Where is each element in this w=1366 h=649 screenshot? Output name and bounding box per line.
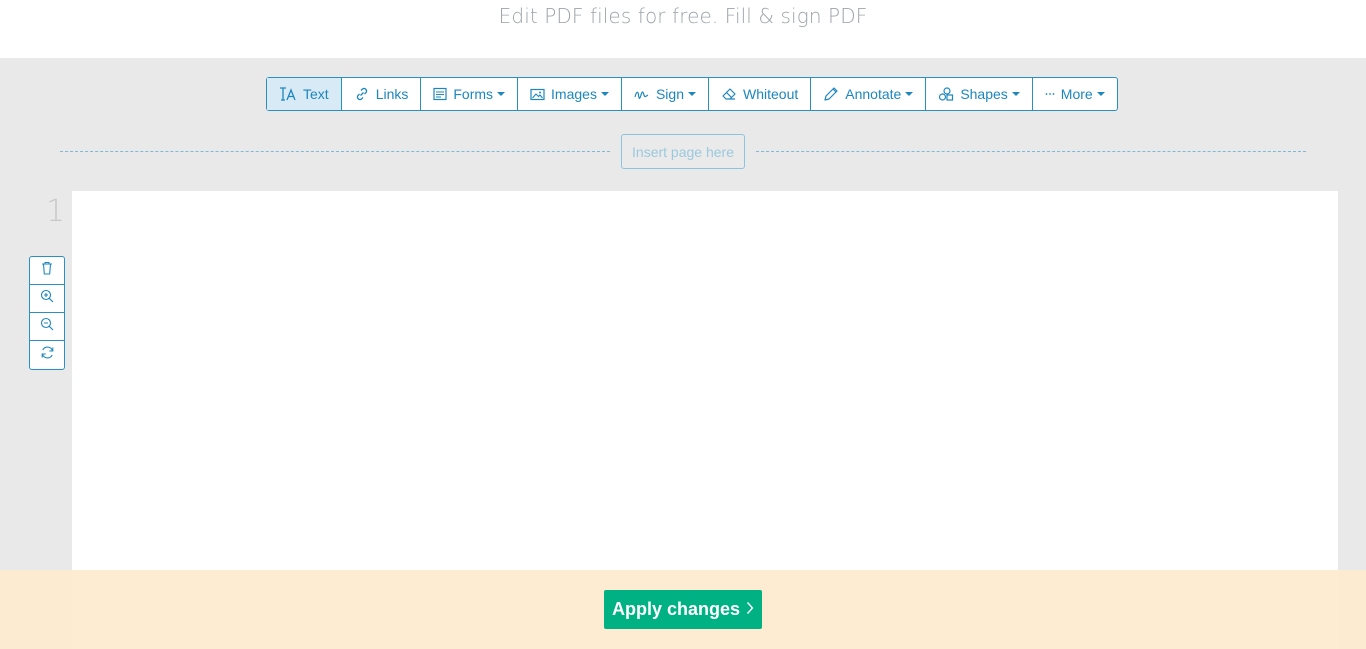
chevron-down-icon (497, 92, 506, 96)
rotate-page-button[interactable] (30, 341, 64, 369)
pencil-icon (823, 86, 839, 102)
chevron-down-icon (905, 92, 914, 96)
chevron-down-icon (1096, 92, 1105, 96)
page-subtitle: Edit PDF files for free. Fill & sign PDF (498, 4, 868, 28)
chevron-down-icon (600, 92, 609, 96)
tool-links-label: Links (375, 86, 409, 102)
rotate-icon (40, 345, 55, 365)
form-icon (433, 87, 447, 101)
apply-footer-bar: Apply changes (0, 570, 1366, 649)
insert-page-divider-right (756, 151, 1306, 152)
tool-more-label: More (1060, 86, 1093, 102)
zoom-out-icon (40, 317, 54, 336)
tool-forms-label: Forms (453, 86, 494, 102)
more-dots-icon (1045, 92, 1055, 96)
tool-whiteout-button[interactable]: Whiteout (709, 78, 812, 110)
zoom-in-icon (40, 289, 54, 308)
apply-changes-button[interactable]: Apply changes (604, 590, 762, 629)
tool-images-label: Images (551, 86, 597, 102)
tool-more-button[interactable]: More (1033, 78, 1117, 110)
editor-toolbar: Text Links Forms Images Sign Whiteout An… (266, 77, 1118, 111)
tool-shapes-button[interactable]: Shapes (926, 78, 1033, 110)
tool-images-button[interactable]: Images (518, 78, 622, 110)
tool-forms-button[interactable]: Forms (421, 78, 519, 110)
insert-page-button[interactable]: Insert page here (621, 134, 745, 169)
chevron-right-icon (746, 599, 754, 620)
page-number: 1 (46, 194, 66, 229)
chevron-down-icon (688, 92, 696, 96)
insert-page-divider-left (60, 151, 610, 152)
tool-sign-label: Sign (655, 86, 684, 102)
page-header: Edit PDF files for free. Fill & sign PDF (0, 0, 1366, 58)
tool-text-button[interactable]: Text (267, 78, 342, 110)
apply-changes-label: Apply changes (611, 599, 741, 619)
image-icon (530, 88, 545, 101)
tool-sign-button[interactable]: Sign (622, 78, 709, 110)
shapes-icon (938, 86, 954, 102)
trash-icon (40, 261, 54, 280)
eraser-icon (721, 87, 737, 101)
text-tool-icon (279, 86, 297, 102)
tool-text-label: Text (303, 86, 329, 102)
tool-annotate-button[interactable]: Annotate (811, 78, 927, 110)
delete-page-button[interactable] (30, 257, 64, 285)
tool-annotate-label: Annotate (845, 86, 902, 102)
tool-links-button[interactable]: Links (342, 78, 422, 110)
zoom-out-page-button[interactable] (30, 313, 64, 341)
page-tools-panel (29, 256, 65, 370)
chevron-down-icon (1011, 92, 1020, 96)
insert-page-row: Insert page here (60, 134, 1306, 169)
tool-shapes-label: Shapes (960, 86, 1008, 102)
zoom-in-page-button[interactable] (30, 285, 64, 313)
signature-icon (634, 88, 650, 100)
tool-whiteout-label: Whiteout (743, 86, 799, 102)
link-icon (354, 86, 370, 102)
